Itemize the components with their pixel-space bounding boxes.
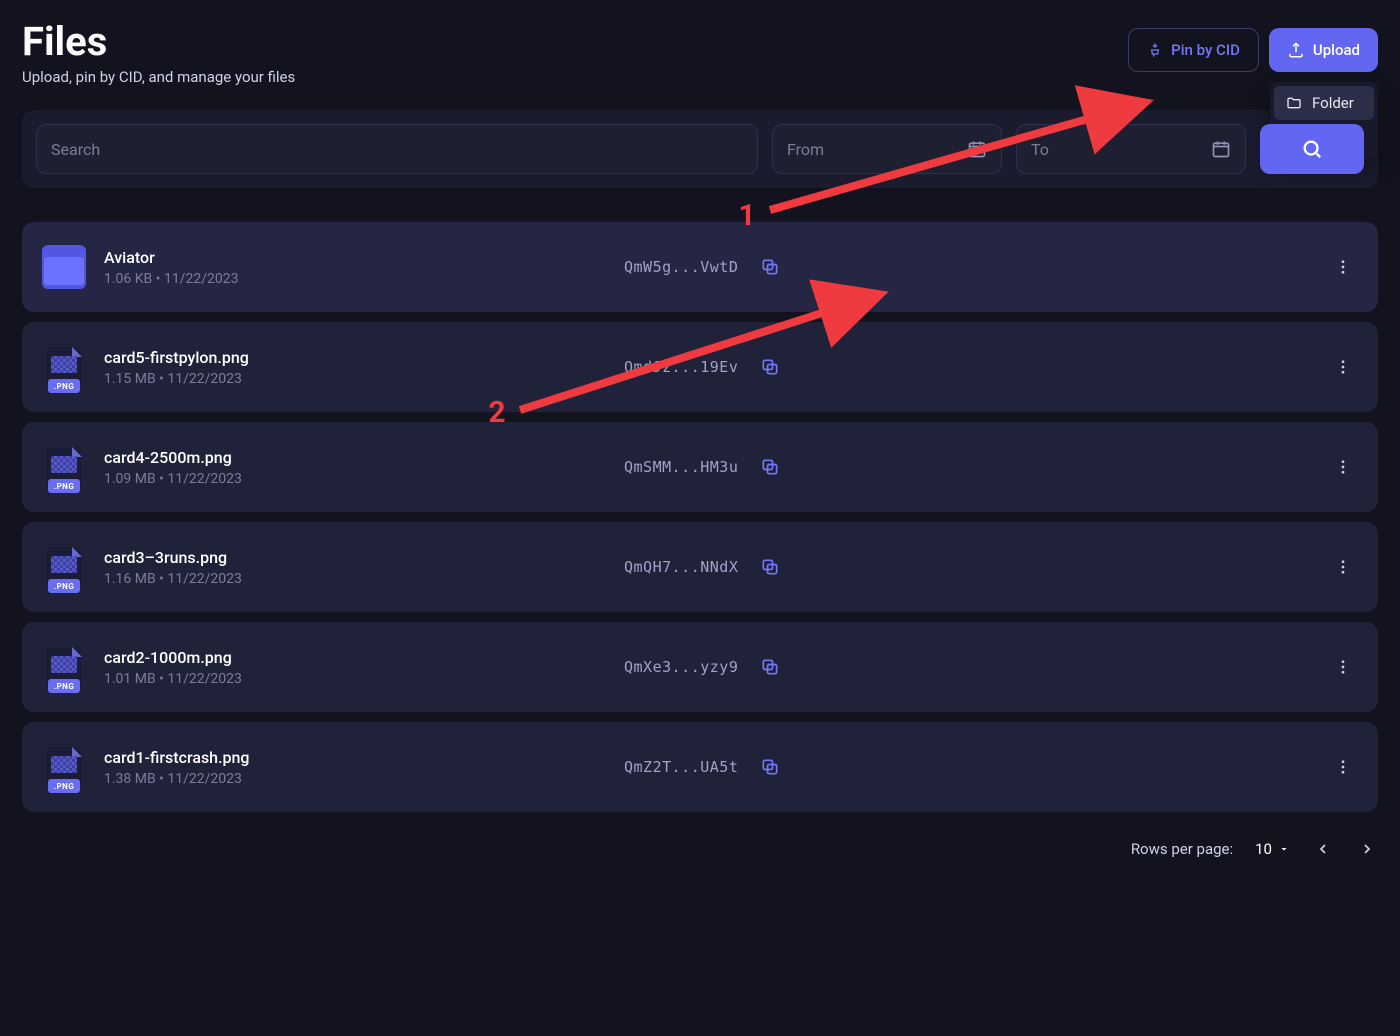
file-name: card3–3runs.png xyxy=(104,548,624,567)
file-row[interactable]: .PNG card5-firstpylon.png 1.15 MB • 11/22/… xyxy=(22,322,1378,412)
file-name: card2-1000m.png xyxy=(104,648,624,667)
file-row[interactable]: .PNG card1-firstcrash.png 1.38 MB • 11/22/… xyxy=(22,722,1378,812)
search-input[interactable]: Search xyxy=(36,124,758,174)
copy-cid-button[interactable] xyxy=(758,755,782,779)
more-vertical-icon xyxy=(1334,358,1352,376)
file-row[interactable]: .PNG card2-1000m.png 1.01 MB • 11/22/2023Q… xyxy=(22,622,1378,712)
file-info: card3–3runs.png 1.16 MB • 11/22/2023 xyxy=(104,548,624,587)
file-name: card4-2500m.png xyxy=(104,448,624,467)
pagination: Rows per page: 10 xyxy=(22,838,1378,860)
png-file-icon: .PNG xyxy=(42,645,86,689)
from-date-input[interactable]: From xyxy=(772,124,1002,174)
file-row[interactable]: .PNG card4-2500m.png 1.09 MB • 11/22/2023Q… xyxy=(22,422,1378,512)
copy-icon xyxy=(760,557,780,577)
copy-icon xyxy=(760,257,780,277)
more-vertical-icon xyxy=(1334,658,1352,676)
dropdown-item-folder[interactable]: Folder xyxy=(1274,86,1374,120)
copy-cid-button[interactable] xyxy=(758,555,782,579)
more-vertical-icon xyxy=(1334,758,1352,776)
copy-icon xyxy=(760,357,780,377)
png-file-icon: .PNG xyxy=(42,745,86,789)
row-more-button[interactable] xyxy=(1328,252,1358,282)
rows-per-page-label: Rows per page: xyxy=(1131,840,1233,858)
next-page-button[interactable] xyxy=(1356,838,1378,860)
file-row[interactable]: Aviator 1.06 KB • 11/22/2023QmW5g...VwtD xyxy=(22,222,1378,312)
page-subtitle: Upload, pin by CID, and manage your file… xyxy=(22,68,295,86)
file-meta: 1.09 MB • 11/22/2023 xyxy=(104,471,624,487)
copy-cid-button[interactable] xyxy=(758,655,782,679)
search-icon xyxy=(1301,138,1323,160)
row-more-button[interactable] xyxy=(1328,652,1358,682)
more-vertical-icon xyxy=(1334,558,1352,576)
rows-per-page-value: 10 xyxy=(1255,840,1272,858)
png-file-icon: .PNG xyxy=(42,545,86,589)
search-button[interactable] xyxy=(1260,124,1364,174)
file-info: card4-2500m.png 1.09 MB • 11/22/2023 xyxy=(104,448,624,487)
copy-icon xyxy=(760,457,780,477)
to-placeholder: To xyxy=(1031,140,1049,159)
row-more-button[interactable] xyxy=(1328,752,1358,782)
file-cid: QmQH7...NNdX xyxy=(624,558,738,576)
search-placeholder: Search xyxy=(51,140,100,159)
file-name: Aviator xyxy=(104,248,624,267)
file-info: card2-1000m.png 1.01 MB • 11/22/2023 xyxy=(104,648,624,687)
pin-by-cid-label: Pin by CID xyxy=(1171,41,1240,59)
file-cid: QmXe3...yzy9 xyxy=(624,658,738,676)
file-name: card1-firstcrash.png xyxy=(104,748,624,767)
chevron-right-icon xyxy=(1359,841,1375,857)
calendar-icon xyxy=(967,139,987,159)
rows-per-page-select[interactable]: 10 xyxy=(1255,840,1290,858)
pin-icon xyxy=(1147,42,1163,58)
folder-icon xyxy=(42,245,86,289)
file-meta: 1.15 MB • 11/22/2023 xyxy=(104,371,624,387)
filter-bar: Search From To xyxy=(22,110,1378,188)
dropdown-folder-label: Folder xyxy=(1312,94,1354,112)
file-list: Aviator 1.06 KB • 11/22/2023QmW5g...VwtD.… xyxy=(22,222,1378,812)
file-cid: QmZ2T...UA5t xyxy=(624,758,738,776)
file-meta: 1.38 MB • 11/22/2023 xyxy=(104,771,624,787)
more-vertical-icon xyxy=(1334,258,1352,276)
from-placeholder: From xyxy=(787,140,824,159)
file-cid: QmdJz...19Ev xyxy=(624,358,738,376)
calendar-icon xyxy=(1211,139,1231,159)
upload-label: Upload xyxy=(1313,41,1360,59)
file-info: Aviator 1.06 KB • 11/22/2023 xyxy=(104,248,624,287)
more-vertical-icon xyxy=(1334,458,1352,476)
chevron-left-icon xyxy=(1315,841,1331,857)
file-meta: 1.01 MB • 11/22/2023 xyxy=(104,671,624,687)
copy-cid-button[interactable] xyxy=(758,455,782,479)
file-cid: QmSMM...HM3u xyxy=(624,458,738,476)
file-meta: 1.16 MB • 11/22/2023 xyxy=(104,571,624,587)
copy-icon xyxy=(760,657,780,677)
file-name: card5-firstpylon.png xyxy=(104,348,624,367)
file-meta: 1.06 KB • 11/22/2023 xyxy=(104,271,624,287)
file-cid: QmW5g...VwtD xyxy=(624,258,738,276)
row-more-button[interactable] xyxy=(1328,352,1358,382)
chevron-down-icon xyxy=(1278,843,1290,855)
row-more-button[interactable] xyxy=(1328,452,1358,482)
row-more-button[interactable] xyxy=(1328,552,1358,582)
prev-page-button[interactable] xyxy=(1312,838,1334,860)
copy-cid-button[interactable] xyxy=(758,355,782,379)
png-file-icon: .PNG xyxy=(42,445,86,489)
upload-button[interactable]: Upload xyxy=(1269,28,1378,72)
copy-icon xyxy=(760,757,780,777)
file-info: card1-firstcrash.png 1.38 MB • 11/22/2023 xyxy=(104,748,624,787)
file-info: card5-firstpylon.png 1.15 MB • 11/22/2023 xyxy=(104,348,624,387)
folder-outline-icon xyxy=(1286,95,1302,111)
upload-icon xyxy=(1287,41,1305,59)
file-row[interactable]: .PNG card3–3runs.png 1.16 MB • 11/22/2023Q… xyxy=(22,522,1378,612)
png-file-icon: .PNG xyxy=(42,345,86,389)
copy-cid-button[interactable] xyxy=(758,255,782,279)
page-title: Files xyxy=(22,22,295,62)
to-date-input[interactable]: To xyxy=(1016,124,1246,174)
pin-by-cid-button[interactable]: Pin by CID xyxy=(1128,28,1259,72)
